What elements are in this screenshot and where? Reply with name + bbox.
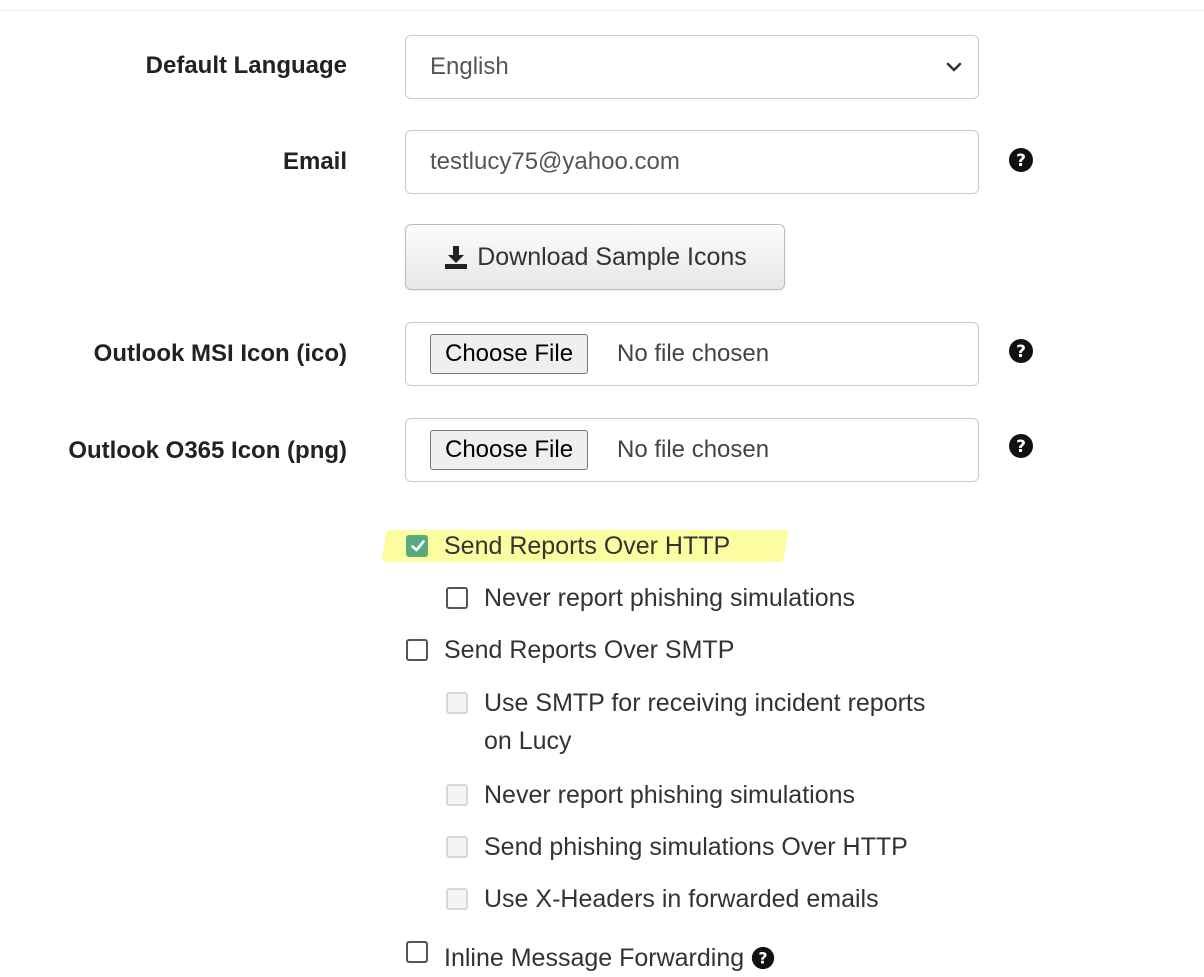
email-value: testlucy75@yahoo.com: [430, 148, 680, 175]
checkmark-icon: [411, 540, 425, 552]
default-language-label: Default Language: [145, 52, 347, 79]
option-use-x-headers: Use X-Headers in forwarded emails: [446, 880, 879, 918]
outlook-msi-file-status: No file chosen: [617, 340, 770, 367]
send-reports-smtp-checkbox[interactable]: [406, 639, 428, 661]
help-icon[interactable]: ?: [1007, 432, 1035, 460]
send-reports-http-checkbox[interactable]: [406, 535, 428, 557]
inline-message-forwarding-checkbox[interactable]: [406, 941, 428, 963]
email-field[interactable]: testlucy75@yahoo.com: [405, 130, 979, 194]
svg-text:?: ?: [1016, 437, 1026, 457]
never-report-phishing-smtp-label: Never report phishing simulations: [484, 781, 856, 809]
outlook-o365-file-input: Choose File No file chosen: [405, 418, 979, 482]
send-phishing-sims-http-checkbox: [446, 836, 468, 858]
send-reports-smtp-label: Send Reports Over SMTP: [444, 636, 735, 664]
option-send-reports-http[interactable]: Send Reports Over HTTP: [406, 527, 730, 565]
option-send-reports-smtp[interactable]: Send Reports Over SMTP: [406, 631, 734, 669]
use-smtp-incident-reports-line2: on Lucy: [484, 727, 572, 755]
never-report-phishing-http-label: Never report phishing simulations: [484, 584, 856, 612]
outlook-o365-icon-label: Outlook O365 Icon (png): [68, 437, 347, 464]
never-report-phishing-smtp-checkbox: [446, 784, 468, 806]
never-report-phishing-http-checkbox[interactable]: [446, 587, 468, 609]
inline-message-forwarding-label: Inline Message Forwarding: [444, 944, 745, 972]
email-label: Email: [282, 148, 347, 175]
download-button-label: Download Sample Icons: [477, 242, 747, 271]
chevron-down-icon: [946, 62, 962, 72]
help-icon[interactable]: ?: [1007, 337, 1035, 365]
send-phishing-sims-http-label: Send phishing simulations Over HTTP: [484, 833, 908, 861]
send-reports-http-label: Send Reports Over HTTP: [444, 532, 731, 560]
svg-text:?: ?: [1016, 151, 1026, 171]
option-use-smtp-incident-reports: Use SMTP for receiving incident reports …: [446, 684, 925, 760]
use-smtp-incident-reports-label: Use SMTP for receiving incident reports …: [484, 684, 925, 760]
option-never-report-phishing-http[interactable]: Never report phishing simulations: [446, 579, 855, 617]
top-divider: [0, 10, 1204, 11]
outlook-o365-file-status: No file chosen: [617, 436, 770, 463]
help-icon[interactable]: ?: [750, 945, 776, 971]
outlook-msi-icon-label: Outlook MSI Icon (ico): [93, 340, 347, 367]
outlook-msi-file-input: Choose File No file chosen: [405, 322, 979, 386]
help-icon[interactable]: ?: [1007, 146, 1035, 174]
outlook-o365-choose-file-button[interactable]: Choose File: [430, 430, 589, 470]
option-send-phishing-sims-http: Send phishing simulations Over HTTP: [446, 828, 908, 866]
outlook-msi-choose-file-button[interactable]: Choose File: [430, 334, 589, 374]
use-smtp-incident-reports-line1: Use SMTP for receiving incident reports: [484, 689, 926, 717]
svg-text:?: ?: [1016, 342, 1026, 362]
default-language-select[interactable]: English: [405, 35, 979, 99]
use-x-headers-checkbox: [446, 888, 468, 910]
option-never-report-phishing-smtp: Never report phishing simulations: [446, 776, 855, 814]
svg-text:?: ?: [759, 949, 768, 968]
download-sample-icons-button[interactable]: Download Sample Icons: [405, 224, 785, 290]
use-x-headers-label: Use X-Headers in forwarded emails: [484, 885, 879, 913]
download-icon: [445, 246, 468, 269]
report-settings-form: Default Language English Email testlucy7…: [0, 0, 1204, 977]
use-smtp-incident-reports-checkbox: [446, 692, 468, 714]
option-inline-message-forwarding[interactable]: Inline Message Forwarding ?: [406, 939, 776, 977]
default-language-value: English: [430, 53, 509, 80]
